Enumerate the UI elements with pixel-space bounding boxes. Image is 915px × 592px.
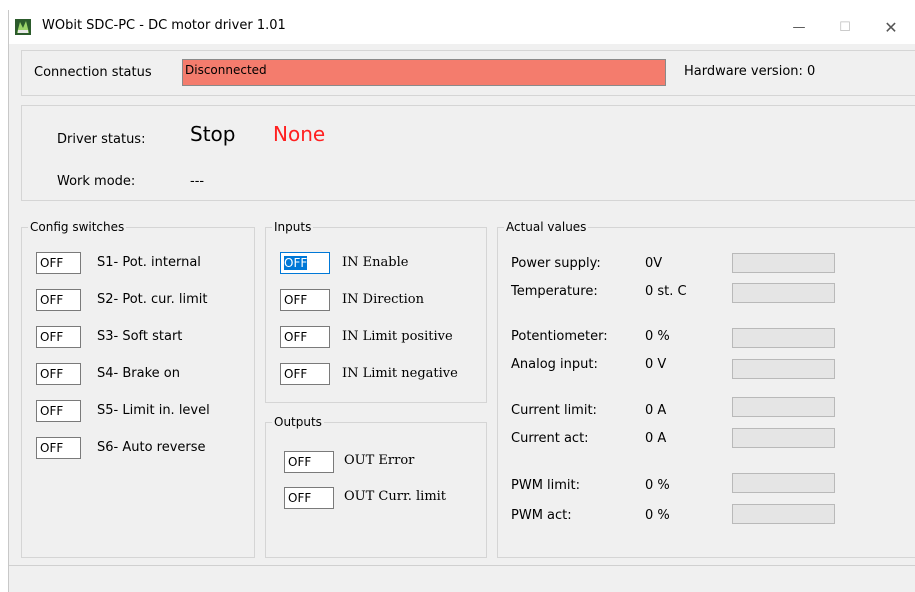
s2-state[interactable]: OFF xyxy=(36,289,81,311)
in-direction-state[interactable]: OFF xyxy=(280,289,330,311)
potentiometer-box xyxy=(732,328,835,348)
actual-values-title: Actual values xyxy=(504,220,589,234)
pwm-limit-box xyxy=(732,473,835,493)
window-title: WObit SDC-PC - DC motor driver 1.01 xyxy=(42,18,286,33)
temperature-box xyxy=(732,283,835,303)
temperature-label: Temperature: xyxy=(511,284,598,299)
in-limit-negative-state[interactable]: OFF xyxy=(280,363,330,385)
s3-state[interactable]: OFF xyxy=(36,326,81,348)
connection-status-field: Disconnected xyxy=(182,59,666,86)
connection-status-value: Disconnected xyxy=(185,63,267,77)
power-supply-value: 0V xyxy=(645,256,663,271)
outputs-title: Outputs xyxy=(272,415,324,429)
minimize-button[interactable]: — xyxy=(776,10,822,44)
s1-label: S1- Pot. internal xyxy=(97,255,201,270)
main-window: WObit SDC-PC - DC motor driver 1.01 — ☐ … xyxy=(8,10,915,592)
s4-label: S4- Brake on xyxy=(97,366,180,381)
current-act-value: 0 A xyxy=(645,431,667,446)
status-bar xyxy=(9,565,915,592)
connection-status-label: Connection status xyxy=(34,65,152,80)
current-limit-box xyxy=(732,397,835,417)
close-icon: ✕ xyxy=(884,17,898,37)
pwm-act-value: 0 % xyxy=(645,508,670,523)
pwm-limit-value: 0 % xyxy=(645,478,670,493)
s5-label: S5- Limit in. level xyxy=(97,403,210,418)
hardware-version-label: Hardware version: 0 xyxy=(684,64,816,79)
in-direction-label: IN Direction xyxy=(342,292,424,307)
out-error-label: OUT Error xyxy=(344,453,415,468)
title-bar[interactable]: WObit SDC-PC - DC motor driver 1.01 — ☐ … xyxy=(9,10,915,44)
in-limit-negative-label: IN Limit negative xyxy=(342,366,458,381)
out-curr-limit-state[interactable]: OFF xyxy=(284,487,334,509)
s1-state[interactable]: OFF xyxy=(36,252,81,274)
pwm-act-box xyxy=(732,504,835,524)
current-act-box xyxy=(732,428,835,448)
config-switches-title: Config switches xyxy=(28,220,127,234)
power-supply-label: Power supply: xyxy=(511,256,601,271)
driver-status-value: Stop xyxy=(190,122,236,146)
potentiometer-value: 0 % xyxy=(645,329,670,344)
current-act-label: Current act: xyxy=(511,431,589,446)
inputs-title: Inputs xyxy=(272,220,314,234)
in-enable-state[interactable]: OFF xyxy=(280,252,330,274)
pwm-limit-label: PWM limit: xyxy=(511,478,581,493)
in-enable-label: IN Enable xyxy=(342,255,409,270)
driver-status-label: Driver status: xyxy=(57,132,146,147)
work-mode-value: --- xyxy=(190,174,205,189)
maximize-icon: ☐ xyxy=(839,19,851,35)
current-limit-value: 0 A xyxy=(645,403,667,418)
out-error-state[interactable]: OFF xyxy=(284,451,334,473)
connection-panel: Connection status Disconnected Hardware … xyxy=(21,50,915,96)
driver-status-extra: None xyxy=(273,122,326,146)
driver-status-panel: Driver status: Stop None Work mode: --- xyxy=(21,105,915,201)
in-limit-positive-label: IN Limit positive xyxy=(342,329,453,344)
work-mode-label: Work mode: xyxy=(57,174,136,189)
temperature-value: 0 st. C xyxy=(645,284,687,299)
s5-state[interactable]: OFF xyxy=(36,400,81,422)
out-curr-limit-label: OUT Curr. limit xyxy=(344,489,447,504)
analog-input-label: Analog input: xyxy=(511,357,598,372)
s4-state[interactable]: OFF xyxy=(36,363,81,385)
analog-input-value: 0 V xyxy=(645,357,667,372)
app-icon xyxy=(15,19,31,35)
potentiometer-label: Potentiometer: xyxy=(511,329,608,344)
config-switches-group: Config switches OFF S1- Pot. internal OF… xyxy=(21,220,255,558)
s6-label: S6- Auto reverse xyxy=(97,440,206,455)
minimize-icon: — xyxy=(792,19,806,35)
analog-input-box xyxy=(732,359,835,379)
maximize-button[interactable]: ☐ xyxy=(822,10,868,44)
s6-state[interactable]: OFF xyxy=(36,437,81,459)
pwm-act-label: PWM act: xyxy=(511,508,572,523)
s3-label: S3- Soft start xyxy=(97,329,183,344)
current-limit-label: Current limit: xyxy=(511,403,597,418)
outputs-group: Outputs OFF OUT Error OFF OUT Curr. limi… xyxy=(265,415,487,558)
close-button[interactable]: ✕ xyxy=(868,10,914,44)
power-supply-box xyxy=(732,253,835,273)
in-limit-positive-state[interactable]: OFF xyxy=(280,326,330,348)
actual-values-group: Actual values Power supply: 0V Temperatu… xyxy=(497,220,915,558)
s2-label: S2- Pot. cur. limit xyxy=(97,292,208,307)
inputs-group: Inputs OFF IN Enable OFF IN Direction OF… xyxy=(265,220,487,403)
